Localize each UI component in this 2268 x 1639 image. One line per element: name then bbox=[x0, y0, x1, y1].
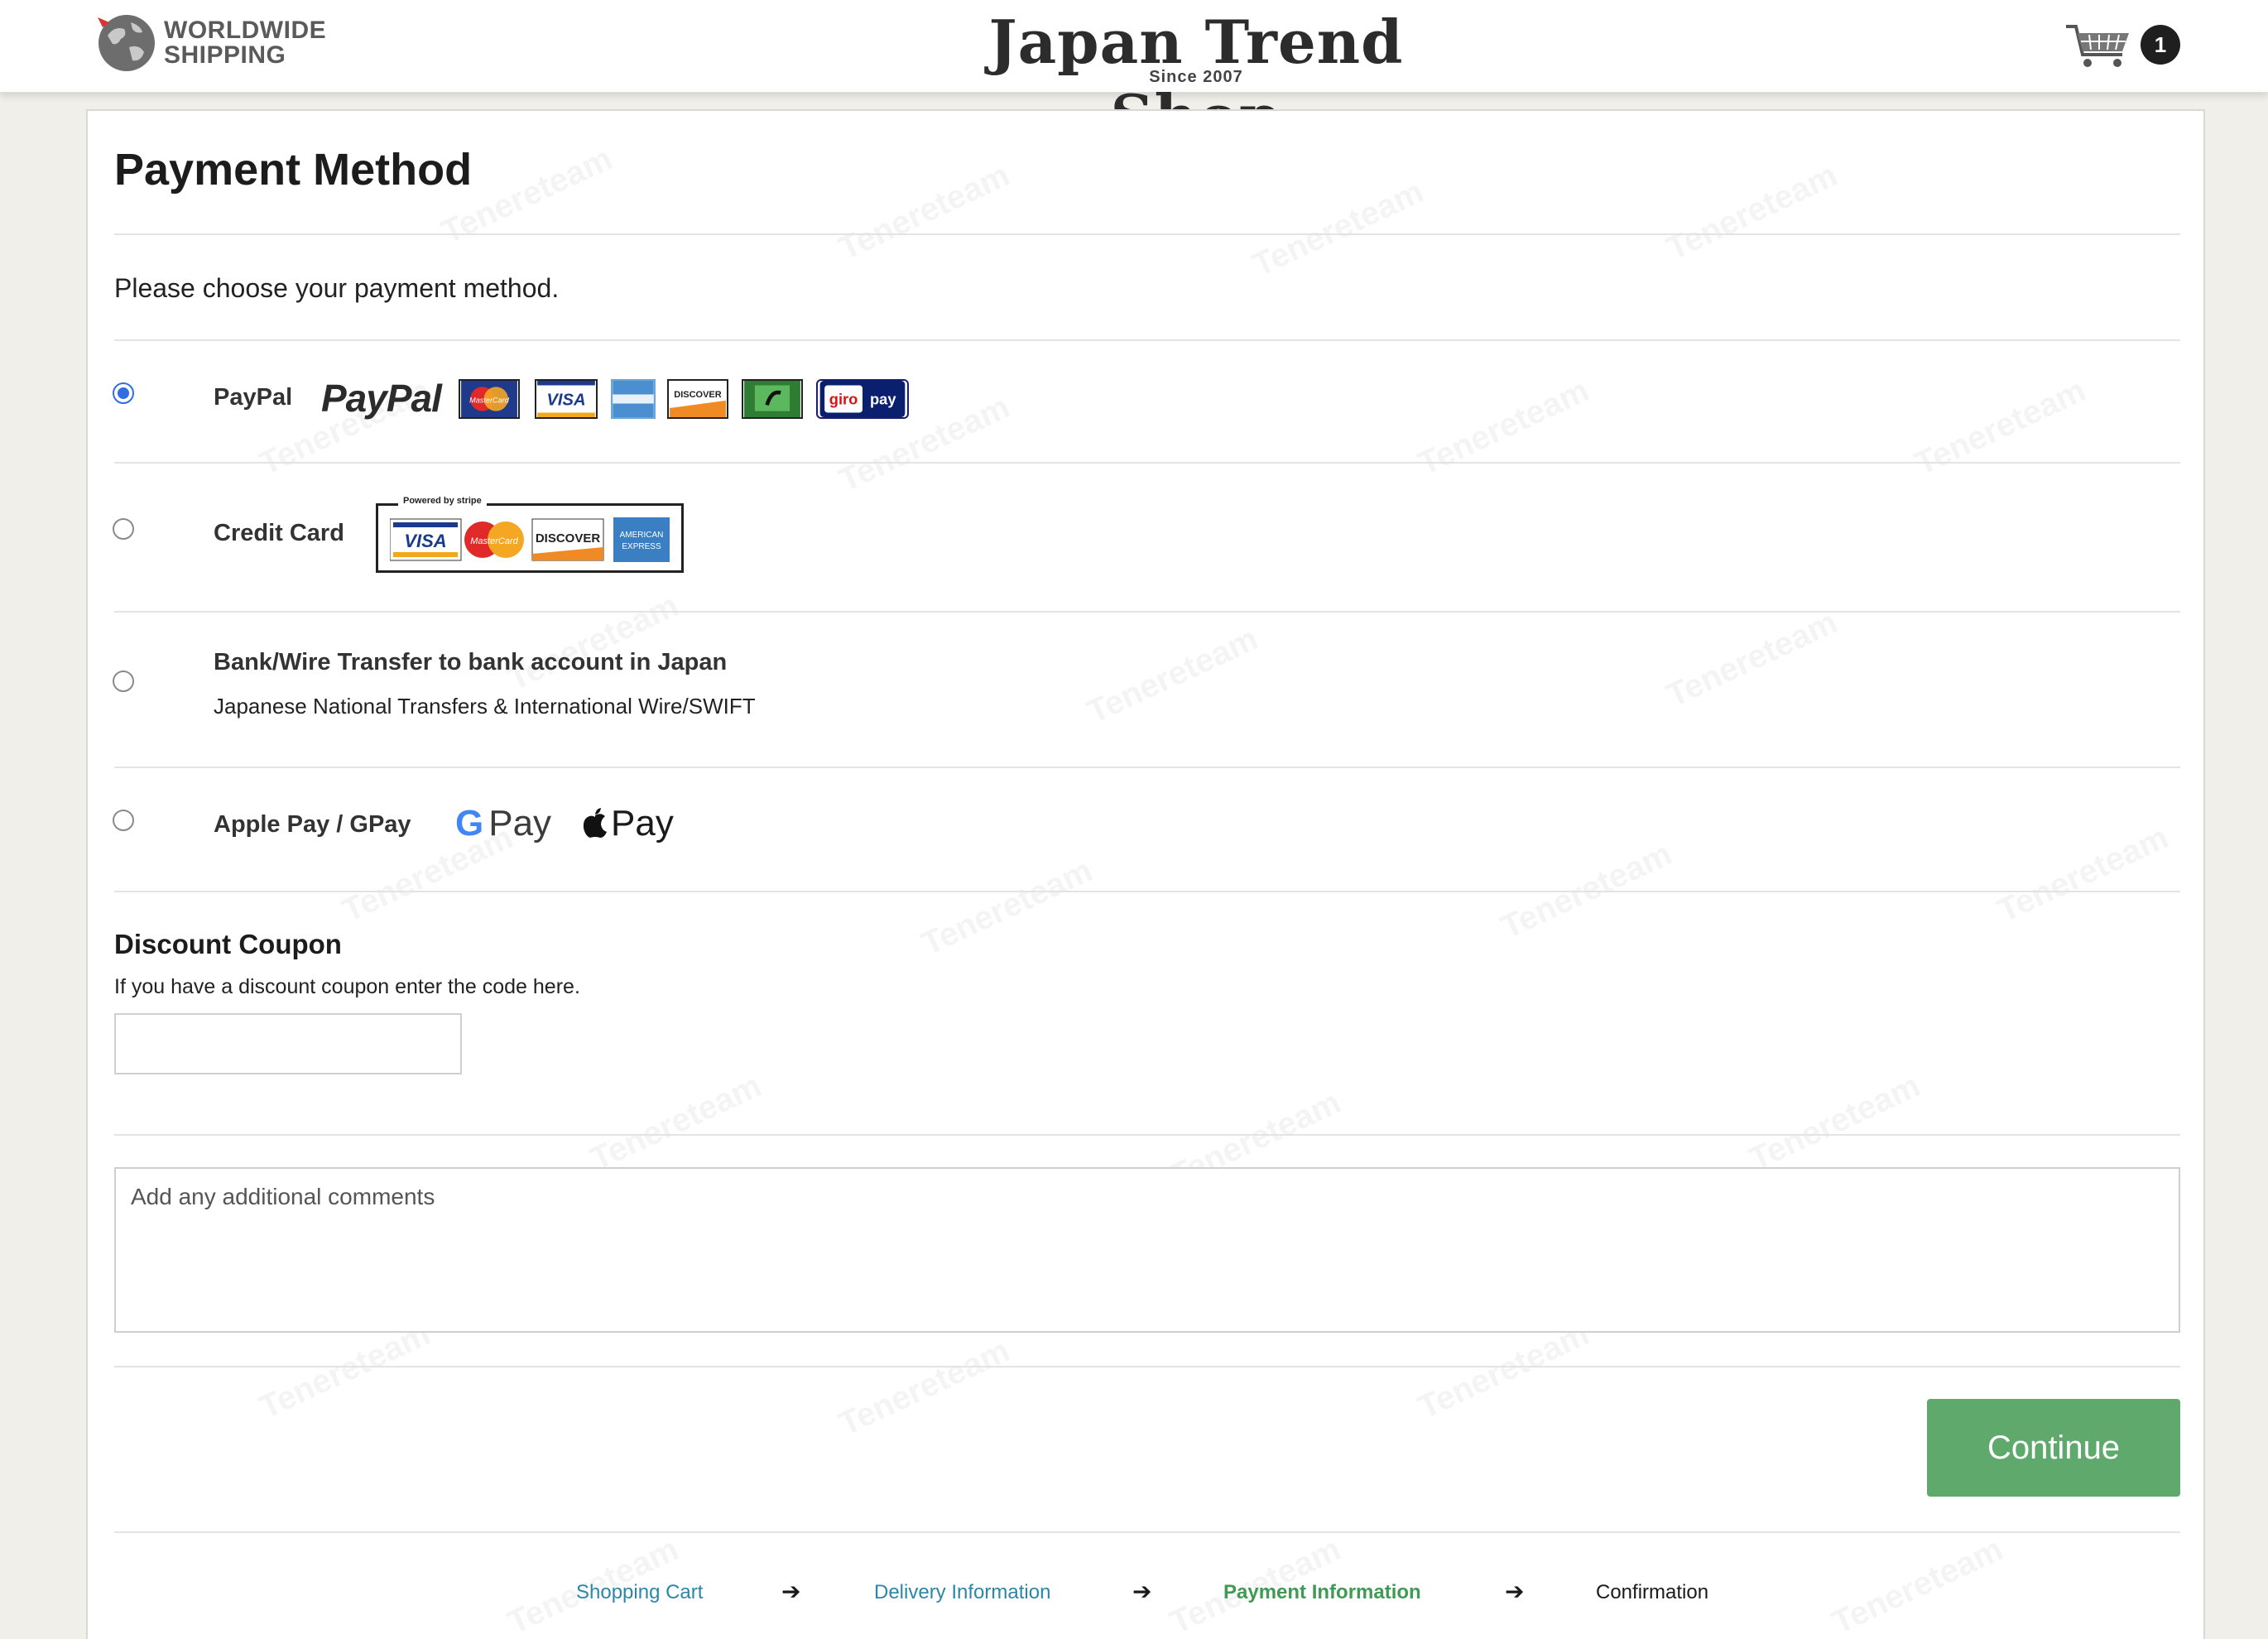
site-header: WORLDWIDE SHIPPING Japan Trend Shop Sinc… bbox=[0, 0, 2268, 151]
divider bbox=[114, 462, 2180, 464]
mastercard-logo: MasterCard bbox=[459, 379, 520, 419]
bank-transfer-logo bbox=[742, 379, 803, 419]
globe-icon bbox=[98, 15, 155, 71]
svg-text:VISA: VISA bbox=[546, 391, 585, 409]
credit-card-label[interactable]: Credit Card bbox=[214, 520, 344, 547]
paypal-radio[interactable] bbox=[113, 382, 134, 404]
step-arrow-icon: ➔ bbox=[1505, 1579, 1525, 1604]
divider bbox=[114, 1366, 2180, 1367]
step-arrow-icon: ➔ bbox=[1132, 1579, 1152, 1604]
step-shopping-cart[interactable]: Shopping Cart bbox=[576, 1581, 703, 1604]
apple-icon bbox=[583, 808, 607, 838]
shipping-logo-line2: SHIPPING bbox=[164, 41, 286, 69]
svg-text:pay: pay bbox=[870, 390, 896, 407]
divider bbox=[114, 1134, 2180, 1136]
cart-count-badge[interactable]: 1 bbox=[2141, 25, 2180, 65]
discount-coupon-input[interactable] bbox=[114, 1013, 462, 1074]
svg-text:VISA: VISA bbox=[404, 531, 446, 551]
divider bbox=[114, 1531, 2180, 1533]
amex-logo bbox=[611, 379, 656, 419]
apple-gpay-radio[interactable] bbox=[113, 810, 134, 831]
divider bbox=[114, 767, 2180, 768]
payment-panel: Tenereteam Tenereteam Tenereteam Teneret… bbox=[86, 109, 2205, 1639]
svg-text:DISCOVER: DISCOVER bbox=[674, 390, 722, 400]
stripe-card-icons: VISA MasterCard DISCOVER AMERICAN EXPRES… bbox=[390, 517, 670, 562]
divider bbox=[114, 233, 2180, 235]
additional-comments-textarea[interactable] bbox=[114, 1167, 2180, 1333]
bank-transfer-radio[interactable] bbox=[113, 670, 134, 692]
giropay-logo: giro pay bbox=[816, 379, 909, 419]
step-delivery-information[interactable]: Delivery Information bbox=[874, 1581, 1050, 1604]
apple-pay-logo: Pay bbox=[583, 803, 674, 844]
svg-text:DISCOVER: DISCOVER bbox=[536, 531, 601, 546]
bank-transfer-label[interactable]: Bank/Wire Transfer to bank account in Ja… bbox=[214, 649, 727, 676]
divider bbox=[114, 891, 2180, 892]
worldwide-shipping-logo: WORLDWIDE SHIPPING bbox=[94, 10, 334, 76]
discount-coupon-title: Discount Coupon bbox=[114, 929, 342, 959]
step-confirmation: Confirmation bbox=[1596, 1581, 1709, 1603]
svg-text:MasterCard: MasterCard bbox=[470, 536, 518, 546]
continue-button[interactable]: Continue bbox=[1927, 1399, 2180, 1497]
intro-text: Please choose your payment method. bbox=[114, 273, 560, 303]
svg-text:EXPRESS: EXPRESS bbox=[622, 542, 661, 551]
brand-subtitle: Since 2007 bbox=[1149, 68, 1243, 86]
shipping-logo-line1: WORLDWIDE bbox=[164, 17, 327, 44]
stripe-cards-logo: Powered by stripe VISA MasterCard DISCOV… bbox=[376, 496, 684, 573]
bank-transfer-description: Japanese National Transfers & Internatio… bbox=[214, 694, 756, 719]
divider bbox=[114, 611, 2180, 613]
step-payment-information: Payment Information bbox=[1223, 1581, 1421, 1603]
divider bbox=[114, 339, 2180, 341]
step-arrow-icon: ➔ bbox=[781, 1579, 801, 1604]
svg-text:AMERICAN: AMERICAN bbox=[620, 531, 664, 540]
paypal-label[interactable]: PayPal bbox=[214, 384, 292, 411]
paypal-logo: PayPal bbox=[321, 377, 442, 420]
discount-coupon-hint: If you have a discount coupon enter the … bbox=[114, 975, 580, 998]
svg-text:giro: giro bbox=[829, 390, 858, 407]
discover-logo: DISCOVER bbox=[667, 379, 728, 419]
google-pay-logo: G Pay bbox=[455, 803, 552, 844]
stripe-caption: Powered by stripe bbox=[398, 496, 487, 506]
brand-logo[interactable]: Japan Trend Shop Since 2007 bbox=[960, 5, 1432, 151]
credit-card-radio[interactable] bbox=[113, 518, 134, 540]
shopping-cart-icon[interactable] bbox=[2064, 22, 2132, 71]
visa-logo: VISA bbox=[535, 379, 598, 419]
svg-text:MasterCard: MasterCard bbox=[469, 397, 510, 405]
page-title: Payment Method bbox=[114, 145, 473, 195]
shipping-logo-text: WORLDWIDE SHIPPING bbox=[164, 18, 326, 68]
apple-gpay-label[interactable]: Apple Pay / GPay bbox=[214, 811, 411, 839]
